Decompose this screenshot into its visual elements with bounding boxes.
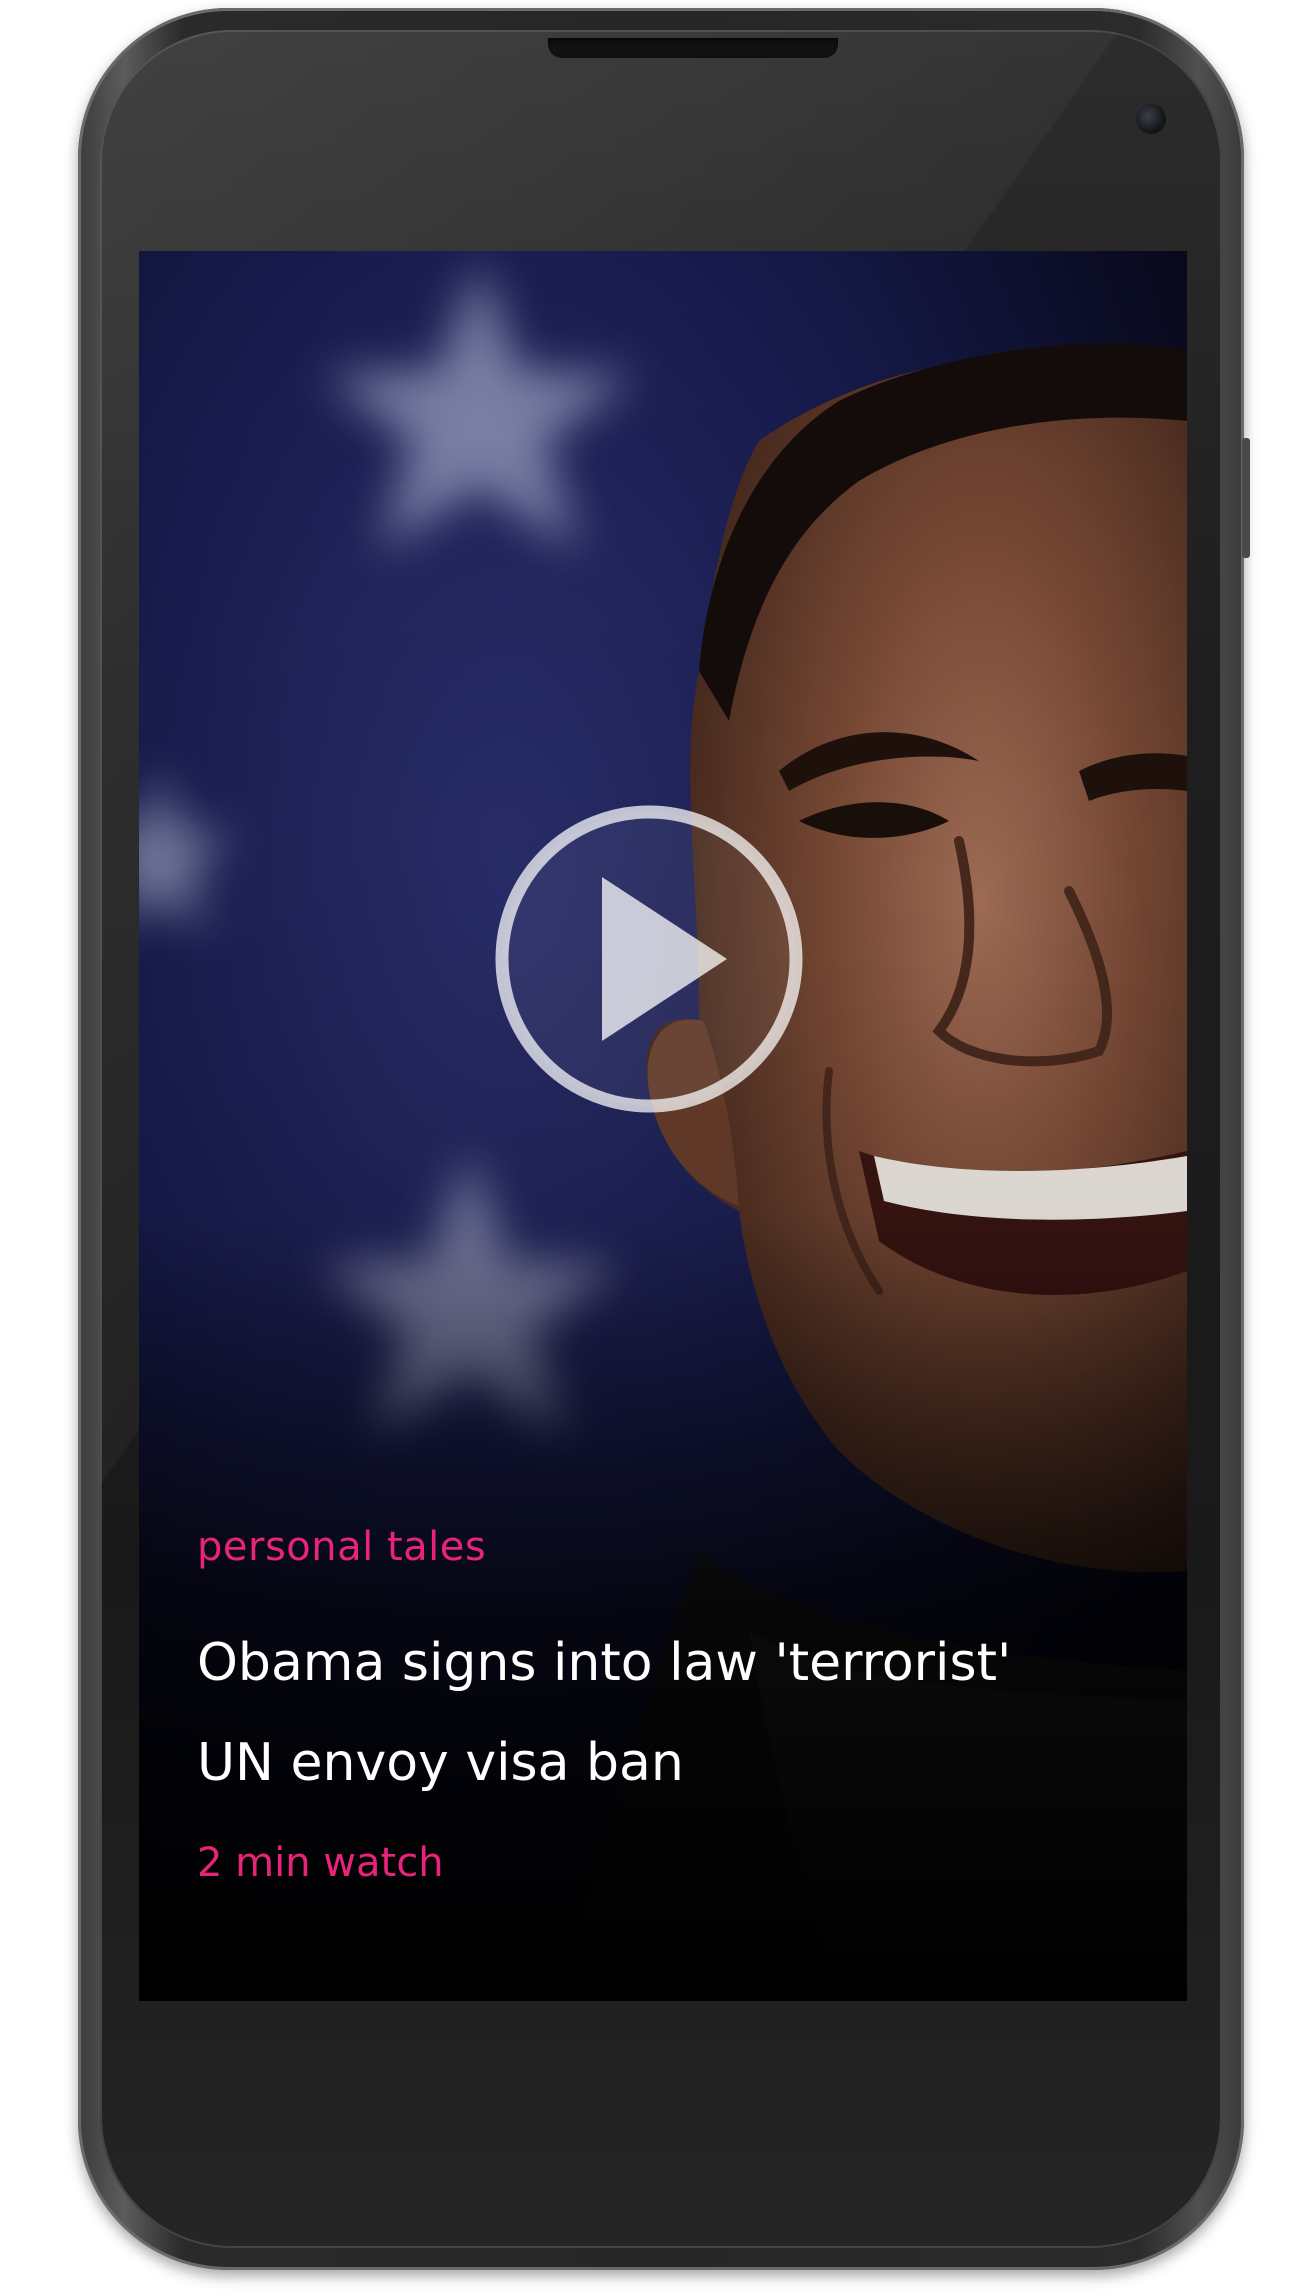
play-button[interactable]	[489, 799, 809, 1119]
story-category[interactable]: personal tales	[197, 1521, 1157, 1573]
power-button	[1242, 438, 1250, 558]
story-headline[interactable]: Obama signs into law 'terrorist' UN envo…	[197, 1613, 1157, 1813]
headline-line-2: UN envoy visa ban	[197, 1733, 684, 1793]
watch-duration: 2 min watch	[197, 1840, 444, 1886]
play-icon	[495, 805, 803, 1113]
earpiece-speaker	[548, 38, 838, 58]
front-camera	[1136, 104, 1166, 134]
headline-line-1: Obama signs into law 'terrorist'	[197, 1633, 1012, 1693]
story-caption: personal tales Obama signs into law 'ter…	[197, 1521, 1157, 1889]
video-card[interactable]: personal tales Obama signs into law 'ter…	[139, 251, 1187, 2001]
